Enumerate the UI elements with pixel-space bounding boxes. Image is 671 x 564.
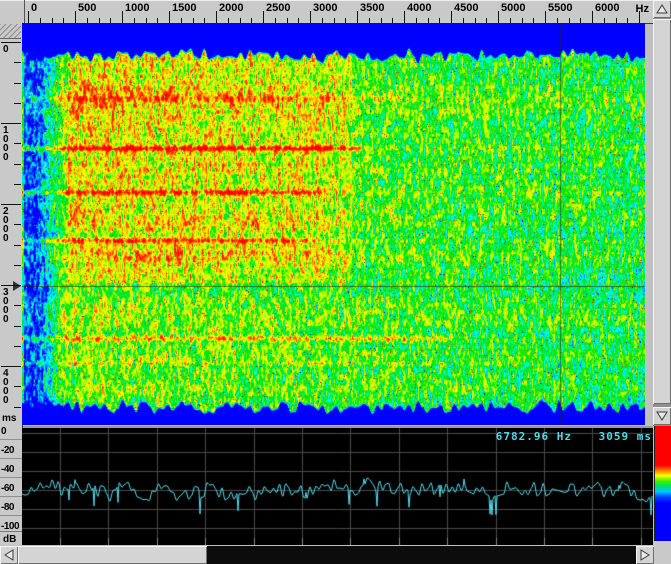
ruler-tick [592, 11, 593, 23]
ruler-tick-label: 2000 [219, 2, 243, 14]
ruler-tick [14, 245, 21, 246]
db-separator [0, 496, 22, 497]
spectrogram-canvas[interactable] [22, 23, 645, 425]
db-tick-label: -20 [1, 445, 22, 456]
ruler-tick-label: 3000 [3, 288, 9, 324]
ruler-tick-label: 5500 [548, 2, 572, 14]
db-unit-label: dB [3, 534, 16, 545]
db-tick-label: -100 [1, 521, 22, 532]
spectrogram-app-window: Hz 0 500 1000 1500 2000 2500 3000 3500 4000 4500 5… [0, 0, 671, 564]
color-scale-bar [654, 426, 671, 541]
ruler-tick [14, 103, 21, 104]
db-tick-label: -80 [1, 502, 22, 513]
ruler-tick [14, 305, 21, 306]
ruler-tick [1, 42, 21, 43]
db-separator [0, 458, 22, 459]
ruler-tick [75, 11, 76, 23]
ruler-tick [14, 407, 21, 408]
db-separator [0, 515, 22, 516]
arrow-down-icon [656, 410, 668, 422]
ruler-hatch-box [0, 24, 21, 39]
ruler-tick [14, 386, 21, 387]
ruler-tick [14, 143, 21, 144]
time-ruler: ms 0 1000 2000 3000 4000 [0, 23, 23, 426]
scroll-up-button[interactable] [653, 0, 671, 18]
time-cursor-marker-icon [13, 281, 21, 291]
arrow-up-icon [656, 3, 668, 15]
ruler-corner [0, 0, 25, 23]
horizontal-scrollbar-thumb[interactable] [18, 546, 207, 564]
ruler-tick-label: 1000 [3, 126, 9, 162]
ruler-tick [14, 83, 21, 84]
ruler-tick [14, 164, 21, 165]
vertical-scrollbar-thumb[interactable] [653, 19, 671, 404]
ruler-tick-label: 500 [78, 2, 96, 14]
ruler-tick [14, 62, 21, 63]
ruler-tick [404, 11, 405, 23]
ruler-tick [14, 184, 21, 185]
ruler-tick-label: 0 [3, 45, 9, 54]
db-tick-label: 0 [1, 426, 22, 437]
ruler-tick [1, 204, 21, 205]
arrow-right-icon [639, 549, 651, 561]
ruler-tick [1, 366, 21, 367]
ruler-tick [357, 11, 358, 23]
ruler-tick-label: 1500 [172, 2, 196, 14]
ruler-tick [14, 326, 21, 327]
ruler-tick-label: 1000 [125, 2, 149, 14]
scroll-right-button[interactable] [636, 546, 654, 564]
scroll-left-button[interactable] [0, 546, 18, 564]
db-tick-label: -40 [1, 464, 22, 475]
ruler-tick [263, 11, 264, 23]
ruler-tick-label: 3000 [313, 2, 337, 14]
ruler-tick [310, 11, 311, 23]
ruler-tick [28, 11, 29, 23]
db-scale: dB 0 -20 -40 -60 -80 -100 [0, 426, 23, 545]
ruler-tick-label: 4000 [407, 2, 431, 14]
ruler-tick [498, 11, 499, 23]
ruler-tick-label: 2000 [3, 207, 9, 243]
frequency-ruler: Hz 0 500 1000 1500 2000 2500 3000 3500 4000 4500 5… [0, 0, 653, 24]
ruler-tick-label: 5000 [501, 2, 525, 14]
db-tick-label: -60 [1, 483, 22, 494]
spectrum-canvas[interactable] [22, 428, 653, 545]
ruler-tick [545, 11, 546, 23]
arrow-left-icon [3, 549, 15, 561]
ruler-tick-label: 6000 [595, 2, 619, 14]
bottom-right-corner [654, 541, 671, 564]
ruler-tick [1, 123, 21, 124]
ruler-tick [14, 265, 21, 266]
frequency-unit-label: Hz [636, 3, 649, 15]
db-separator [0, 477, 22, 478]
time-unit-label: ms [2, 413, 16, 424]
db-unit-box: dB [0, 531, 22, 546]
ruler-tick-label: 3500 [360, 2, 384, 14]
scroll-down-button[interactable] [653, 407, 671, 425]
db-separator [0, 439, 22, 440]
ruler-tick [639, 11, 640, 23]
ruler-tick [451, 11, 452, 23]
ruler-tick [14, 346, 21, 347]
horizontal-scrollbar[interactable] [0, 546, 654, 564]
ruler-tick-label: 0 [31, 2, 37, 14]
ruler-tick-label: 2500 [266, 2, 290, 14]
ruler-tick-label: 4500 [454, 2, 478, 14]
time-readout: 3059 ms [532, 430, 652, 443]
vertical-scrollbar[interactable] [653, 0, 671, 426]
ruler-tick [216, 11, 217, 23]
ruler-tick [1, 285, 21, 286]
ruler-tick [122, 11, 123, 23]
ruler-tick [169, 11, 170, 23]
ruler-tick-label: 4000 [3, 369, 9, 405]
ruler-tick [14, 224, 21, 225]
